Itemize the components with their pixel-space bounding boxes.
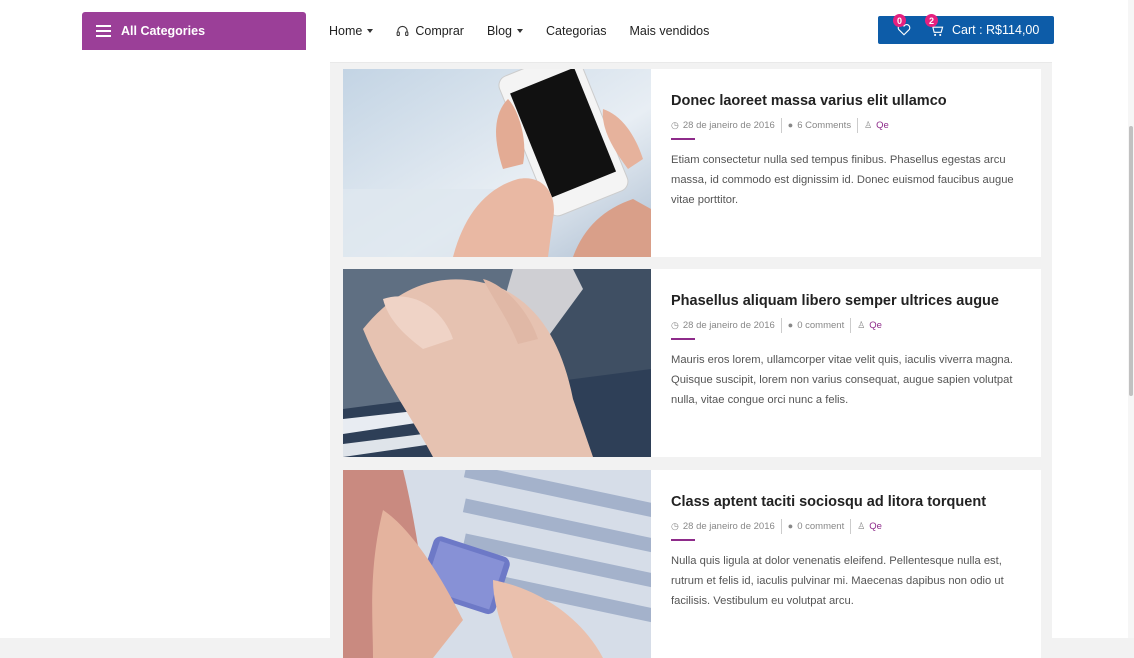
post-date: 28 de janeiro de 2016 — [682, 119, 775, 131]
post-body: Class aptent taciti sociosqu ad litora t… — [671, 494, 1026, 611]
nav-mais-vendidos[interactable]: Mais vendidos — [629, 24, 709, 38]
cart-button[interactable]: 0 2 Cart : R$114,00 — [878, 14, 1054, 44]
cart-count-badge: 2 — [925, 14, 938, 27]
menu-icon — [96, 25, 111, 37]
post-title[interactable]: Class aptent taciti sociosqu ad litora t… — [671, 494, 1026, 510]
meta-divider — [850, 518, 852, 534]
post-author[interactable]: Qe — [876, 120, 889, 131]
meta-divider — [850, 317, 852, 333]
wishlist-count-badge: 0 — [893, 14, 906, 27]
post-thumbnail-image[interactable] — [343, 69, 651, 257]
post-author[interactable]: Qe — [869, 320, 882, 331]
headset-icon — [396, 25, 409, 36]
meta-divider — [857, 117, 859, 133]
post-comments[interactable]: 0 comment — [797, 521, 844, 532]
comment-icon: ● — [787, 320, 794, 330]
post-comments[interactable]: 0 comment — [797, 320, 844, 331]
caret-down-icon — [517, 29, 523, 33]
post-excerpt: Etiam consectetur nulla sed tempus finib… — [671, 154, 1014, 206]
user-icon: ♙ — [857, 520, 866, 531]
post-meta: ◷ 28 de janeiro de 2016 ● 0 comment ♙ Qe — [671, 317, 1026, 333]
all-categories-button[interactable]: All Categories — [82, 12, 306, 50]
nav-categorias[interactable]: Categorias — [546, 24, 606, 38]
main-nav: Home Comprar Blog Categorias Mais vendid… — [329, 24, 732, 38]
nav-comprar[interactable]: Comprar — [396, 24, 464, 38]
post-comments[interactable]: 6 Comments — [797, 120, 851, 131]
scrollbar-thumb[interactable] — [1129, 126, 1133, 396]
post-meta: ◷ 28 de janeiro de 2016 ● 0 comment ♙ Qe — [671, 518, 1026, 534]
post-meta: ◷ 28 de janeiro de 2016 ● 6 Comments ♙ Q… — [671, 117, 1026, 133]
title-accent-line — [671, 138, 695, 140]
nav-comprar-label: Comprar — [415, 24, 464, 38]
post-thumbnail-image[interactable] — [343, 269, 651, 457]
title-accent-line — [671, 338, 695, 340]
left-sidebar — [0, 62, 330, 638]
post-thumbnail-image[interactable] — [343, 470, 651, 658]
meta-divider — [780, 117, 782, 133]
nav-blog-label: Blog — [486, 24, 512, 38]
title-accent-line — [671, 539, 695, 541]
post-body: Donec laoreet massa varius elit ullamco … — [671, 93, 1026, 210]
right-margin — [1052, 62, 1128, 638]
vertical-scrollbar[interactable] — [1128, 0, 1134, 638]
meta-divider — [780, 518, 782, 534]
post-body: Phasellus aliquam libero semper ultrices… — [671, 293, 1026, 410]
caret-down-icon — [367, 29, 374, 33]
all-categories-label: All Categories — [121, 24, 206, 38]
cart-total: Cart : R$114,00 — [952, 23, 1040, 37]
nav-home-label: Home — [329, 24, 363, 38]
post-excerpt: Mauris eros lorem, ullamcorper vitae vel… — [671, 354, 1013, 406]
post-date: 28 de janeiro de 2016 — [682, 319, 775, 331]
nav-categorias-label: Categorias — [546, 24, 607, 38]
comment-icon: ● — [787, 521, 794, 531]
clock-icon: ◷ — [671, 319, 679, 330]
comment-icon: ● — [787, 120, 794, 130]
user-icon: ♙ — [857, 319, 866, 330]
blog-post: Donec laoreet massa varius elit ullamco … — [343, 69, 1041, 257]
nav-blog[interactable]: Blog — [487, 24, 523, 38]
clock-icon: ◷ — [671, 520, 679, 531]
blog-post: Phasellus aliquam libero semper ultrices… — [343, 269, 1041, 457]
post-excerpt: Nulla quis ligula at dolor venenatis ele… — [671, 555, 1004, 607]
nav-home[interactable]: Home — [329, 24, 374, 38]
post-title[interactable]: Donec laoreet massa varius elit ullamco — [671, 93, 1026, 109]
post-date: 28 de janeiro de 2016 — [682, 520, 775, 532]
user-icon: ♙ — [864, 119, 873, 130]
post-author[interactable]: Qe — [869, 521, 882, 532]
site-header: All Categories Home Comprar Blog Categor… — [0, 0, 1128, 63]
nav-mais-vendidos-label: Mais vendidos — [629, 24, 710, 38]
post-title[interactable]: Phasellus aliquam libero semper ultrices… — [671, 293, 1026, 309]
clock-icon: ◷ — [671, 119, 679, 130]
blog-post: Class aptent taciti sociosqu ad litora t… — [343, 470, 1041, 658]
meta-divider — [780, 317, 782, 333]
